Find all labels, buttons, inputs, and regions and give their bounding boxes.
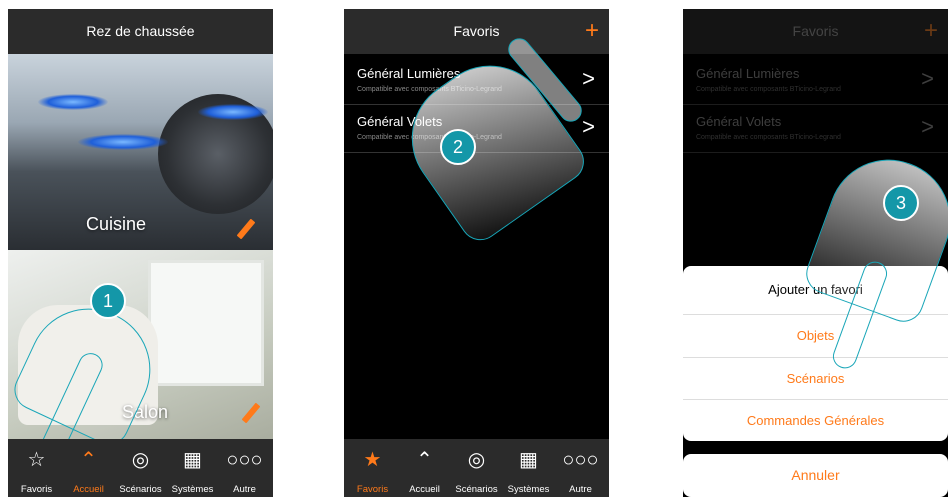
tab-favoris[interactable]: ☆ Favoris — [10, 439, 63, 497]
tab-scenarios[interactable]: ◎ Scénarios — [114, 439, 167, 497]
tab-autre[interactable]: ○○○ Autre — [218, 439, 271, 497]
list-item: Général Lumières Compatible avec composa… — [683, 56, 948, 105]
tab-scenarios[interactable]: ◎ Scénarios — [450, 439, 503, 497]
screen-add-favorite: Favoris + Général Lumières Compatible av… — [683, 9, 948, 497]
page-title: Rez de chaussée — [8, 9, 273, 54]
cancel-button[interactable]: Annuler — [683, 454, 948, 497]
page-title: Favoris — [344, 9, 609, 54]
window-image — [148, 260, 264, 386]
room-name: Cuisine — [86, 214, 147, 234]
cancel-sheet: Annuler — [683, 454, 948, 497]
more-icon: ○○○ — [562, 449, 599, 471]
star-icon: ★ — [363, 449, 382, 471]
option-scenarios[interactable]: Scénarios — [683, 358, 948, 399]
more-icon: ○○○ — [226, 449, 263, 471]
tab-accueil[interactable]: ⌃ Accueil — [398, 439, 451, 497]
tab-accueil[interactable]: ⌃ Accueil — [62, 439, 115, 497]
grid-icon: ▦ — [183, 449, 202, 471]
edit-icon[interactable] — [236, 218, 256, 240]
step-badge: 2 — [440, 129, 476, 165]
home-icon: ⌃ — [80, 449, 97, 471]
star-icon: ☆ — [27, 449, 46, 471]
tab-autre[interactable]: ○○○ Autre — [554, 439, 607, 497]
option-commandes-generales[interactable]: Commandes Générales — [683, 400, 948, 441]
add-favorite-button[interactable]: + — [924, 9, 938, 54]
flame-icon — [198, 104, 268, 120]
tab-bar: ★ Favoris ⌃ Accueil ◎ Scénarios ▦ Systèm… — [344, 439, 609, 497]
chevron-right-icon: > — [582, 114, 595, 139]
tab-bar: ☆ Favoris ⌃ Accueil ◎ Scénarios ▦ Systèm… — [8, 439, 273, 497]
edit-icon[interactable] — [241, 402, 261, 424]
tab-systemes[interactable]: ▦ Systèmes — [502, 439, 555, 497]
grid-icon: ▦ — [519, 449, 538, 471]
step-badge: 3 — [883, 185, 919, 221]
flame-icon — [78, 134, 168, 150]
chevron-right-icon: > — [921, 66, 934, 91]
tab-systemes[interactable]: ▦ Systèmes — [166, 439, 219, 497]
chevron-right-icon: > — [582, 66, 595, 91]
chevron-right-icon: > — [921, 114, 934, 139]
list-item: Général Volets Compatible avec composant… — [683, 104, 948, 153]
scenario-icon: ◎ — [131, 449, 150, 471]
flame-icon — [38, 94, 108, 110]
screen-favorites: Favoris + Général Lumières Compatible av… — [344, 9, 609, 497]
step-badge: 1 — [90, 283, 126, 319]
page-title: Favoris — [683, 9, 948, 54]
add-favorite-button[interactable]: + — [585, 9, 599, 54]
tab-favoris[interactable]: ★ Favoris — [346, 439, 399, 497]
home-icon: ⌃ — [416, 449, 433, 471]
screen-home: Rez de chaussée Cuisine Salon 1 ☆ Favori… — [8, 9, 273, 497]
scenario-icon: ◎ — [467, 449, 486, 471]
room-tile-kitchen[interactable]: Cuisine — [8, 54, 273, 250]
